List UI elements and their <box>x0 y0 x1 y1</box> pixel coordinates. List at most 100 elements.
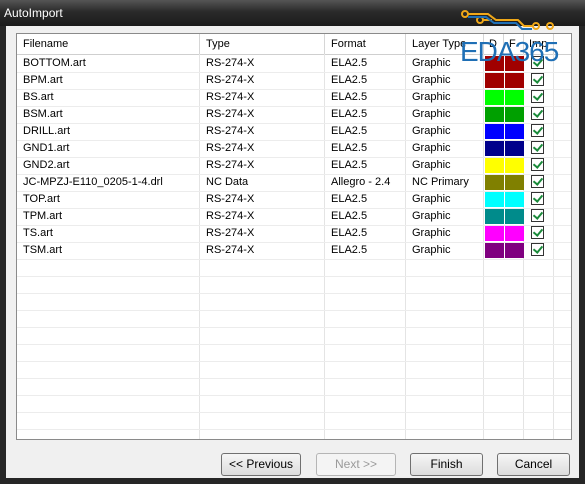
cell-type: RS-274-X <box>206 74 255 86</box>
table-row[interactable]: DRILL.art RS-274-X ELA2.5 Graphic <box>17 123 571 141</box>
color-swatch-d[interactable] <box>485 243 504 258</box>
color-swatch-d[interactable] <box>485 90 504 105</box>
empty-row <box>17 310 571 328</box>
cell-layer-type: NC Primary <box>412 176 469 188</box>
header-d[interactable]: D <box>484 34 504 54</box>
import-checkbox[interactable] <box>531 226 544 239</box>
previous-button[interactable]: << Previous <box>221 453 301 476</box>
table-row[interactable]: TS.art RS-274-X ELA2.5 Graphic <box>17 225 571 243</box>
color-swatch-f[interactable] <box>505 124 524 139</box>
empty-row <box>17 276 571 294</box>
cell-filename: GND2.art <box>23 159 70 171</box>
color-swatch-d[interactable] <box>485 226 504 241</box>
color-swatch-f[interactable] <box>505 209 524 224</box>
table-row[interactable]: TPM.art RS-274-X ELA2.5 Graphic <box>17 208 571 226</box>
empty-row <box>17 361 571 379</box>
header-imp[interactable]: Imp <box>524 34 554 54</box>
color-swatch-d[interactable] <box>485 158 504 173</box>
cell-filename: TPM.art <box>23 210 63 222</box>
table-row[interactable]: JC-MPZJ-E110_0205-1-4.drl NC Data Allegro … <box>17 174 571 192</box>
cell-filename: BPM.art <box>23 74 63 86</box>
cell-type: RS-274-X <box>206 193 255 205</box>
import-checkbox[interactable] <box>531 90 544 103</box>
color-swatch-f[interactable] <box>505 141 524 156</box>
table-row[interactable]: TOP.art RS-274-X ELA2.5 Graphic <box>17 191 571 209</box>
header-filename[interactable]: Filename <box>17 34 200 54</box>
cell-filename: JC-MPZJ-E110_0205-1-4.drl <box>23 176 163 188</box>
cell-type: RS-274-X <box>206 91 255 103</box>
cell-format: ELA2.5 <box>331 91 368 103</box>
cell-type: RS-274-X <box>206 159 255 171</box>
header-layer-type[interactable]: Layer Type <box>406 34 484 54</box>
import-checkbox[interactable] <box>531 73 544 86</box>
next-button[interactable]: Next >> <box>316 453 396 476</box>
color-swatch-f[interactable] <box>505 226 524 241</box>
cell-layer-type: Graphic <box>412 74 451 86</box>
cell-layer-type: Graphic <box>412 227 451 239</box>
import-checkbox[interactable] <box>531 56 544 69</box>
import-checkbox[interactable] <box>531 209 544 222</box>
cell-layer-type: Graphic <box>412 244 451 256</box>
color-swatch-d[interactable] <box>485 124 504 139</box>
cell-layer-type: Graphic <box>412 193 451 205</box>
import-checkbox[interactable] <box>531 243 544 256</box>
color-swatch-f[interactable] <box>505 158 524 173</box>
color-swatch-f[interactable] <box>505 175 524 190</box>
color-swatch-d[interactable] <box>485 192 504 207</box>
empty-row <box>17 395 571 413</box>
cell-filename: TOP.art <box>23 193 60 205</box>
import-checkbox[interactable] <box>531 192 544 205</box>
cancel-button[interactable]: Cancel <box>497 453 570 476</box>
table-row[interactable]: BPM.art RS-274-X ELA2.5 Graphic <box>17 72 571 90</box>
cell-format: ELA2.5 <box>331 142 368 154</box>
table-row[interactable]: TSM.art RS-274-X ELA2.5 Graphic <box>17 242 571 260</box>
import-checkbox[interactable] <box>531 107 544 120</box>
table-row[interactable]: GND2.art RS-274-X ELA2.5 Graphic <box>17 157 571 175</box>
title-bar[interactable]: AutoImport <box>0 0 585 26</box>
empty-row <box>17 293 571 311</box>
autoimport-window: AutoImport Filename Type Format Layer Ty… <box>0 0 585 484</box>
table-row[interactable]: GND1.art RS-274-X ELA2.5 Graphic <box>17 140 571 158</box>
header-format[interactable]: Format <box>325 34 406 54</box>
color-swatch-f[interactable] <box>505 73 524 88</box>
import-checkbox[interactable] <box>531 141 544 154</box>
cell-format: ELA2.5 <box>331 125 368 137</box>
color-swatch-d[interactable] <box>485 209 504 224</box>
header-type[interactable]: Type <box>200 34 325 54</box>
table-row[interactable]: BS.art RS-274-X ELA2.5 Graphic <box>17 89 571 107</box>
cell-filename: TSM.art <box>23 244 63 256</box>
cell-filename: BOTTOM.art <box>23 57 86 69</box>
cell-format: ELA2.5 <box>331 244 368 256</box>
cell-format: ELA2.5 <box>331 210 368 222</box>
window-frame-right <box>579 26 585 484</box>
cell-filename: BSM.art <box>23 108 63 120</box>
cell-layer-type: Graphic <box>412 108 451 120</box>
table-row[interactable]: BSM.art RS-274-X ELA2.5 Graphic <box>17 106 571 124</box>
header-f[interactable]: F <box>504 34 524 54</box>
finish-button[interactable]: Finish <box>410 453 483 476</box>
color-swatch-d[interactable] <box>485 175 504 190</box>
color-swatch-f[interactable] <box>505 192 524 207</box>
color-swatch-f[interactable] <box>505 56 524 71</box>
color-swatch-d[interactable] <box>485 56 504 71</box>
cell-format: ELA2.5 <box>331 108 368 120</box>
import-checkbox[interactable] <box>531 175 544 188</box>
color-swatch-f[interactable] <box>505 107 524 122</box>
color-swatch-d[interactable] <box>485 73 504 88</box>
empty-row <box>17 429 571 439</box>
cell-type: RS-274-X <box>206 227 255 239</box>
empty-row <box>17 344 571 362</box>
cell-filename: GND1.art <box>23 142 70 154</box>
import-checkbox[interactable] <box>531 124 544 137</box>
cell-layer-type: Graphic <box>412 91 451 103</box>
file-grid[interactable]: Filename Type Format Layer Type D F Imp … <box>16 33 572 440</box>
color-swatch-f[interactable] <box>505 90 524 105</box>
empty-row <box>17 259 571 277</box>
window-title: AutoImport <box>4 6 63 20</box>
cell-type: RS-274-X <box>206 108 255 120</box>
color-swatch-d[interactable] <box>485 141 504 156</box>
color-swatch-d[interactable] <box>485 107 504 122</box>
import-checkbox[interactable] <box>531 158 544 171</box>
table-row[interactable]: BOTTOM.art RS-274-X ELA2.5 Graphic <box>17 55 571 73</box>
color-swatch-f[interactable] <box>505 243 524 258</box>
